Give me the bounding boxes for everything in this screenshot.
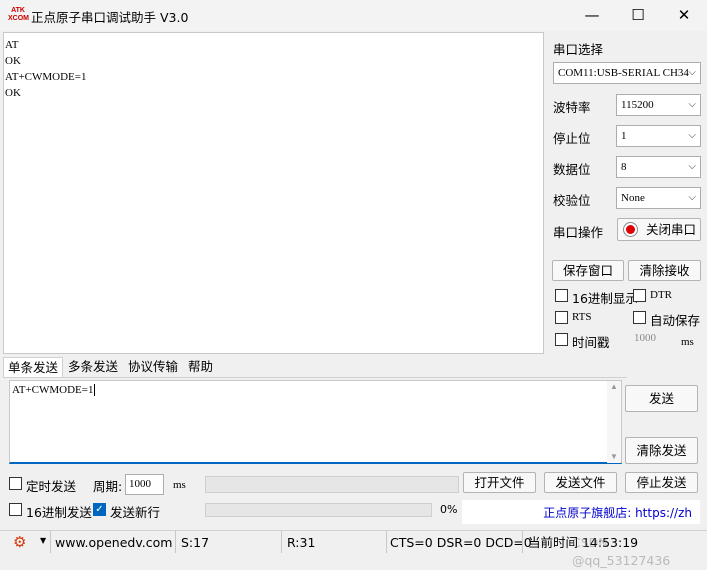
dtr-checkbox[interactable] bbox=[633, 289, 646, 302]
send-text: AT+CWMODE=1 bbox=[12, 384, 94, 396]
stop-bits-label: 停止位 bbox=[553, 131, 591, 146]
open-file-button[interactable]: 打开文件 bbox=[463, 472, 536, 493]
timestamp-interval-input[interactable]: 1000 bbox=[634, 332, 656, 344]
dtr-label: DTR bbox=[650, 289, 672, 301]
status-divider bbox=[50, 531, 51, 553]
timestamp-label: 时间戳 bbox=[572, 335, 610, 350]
parity-value: None bbox=[621, 192, 645, 204]
parity-select[interactable]: None ⌵ bbox=[616, 187, 701, 209]
send-file-button[interactable]: 发送文件 bbox=[544, 472, 617, 493]
receive-textarea[interactable]: AT OK AT+CWMODE=1 OK bbox=[3, 32, 544, 354]
timed-send-label: 定时发送 bbox=[26, 479, 77, 494]
receive-line: OK bbox=[5, 87, 21, 99]
send-textarea[interactable]: AT+CWMODE=1 ▲ ▼ bbox=[9, 380, 622, 464]
watermark: CSDN @qq_53127436 bbox=[572, 535, 671, 568]
title-bar: ATK XCOM 正点原子串口调试助手 V3.0 — ☐ ✕ bbox=[0, 0, 707, 31]
stop-bits-value: 1 bbox=[621, 130, 627, 142]
window-title: 正点原子串口调试助手 V3.0 bbox=[31, 10, 189, 25]
send-scrollbar[interactable]: ▲ ▼ bbox=[607, 381, 621, 463]
timestamp-unit: ms bbox=[681, 336, 694, 348]
rts-checkbox[interactable] bbox=[555, 311, 568, 324]
chevron-down-icon: ⌵ bbox=[688, 67, 696, 78]
status-divider bbox=[522, 531, 523, 553]
hex-display-checkbox[interactable] bbox=[555, 289, 568, 302]
rts-label: RTS bbox=[572, 311, 592, 323]
stop-send-button[interactable]: 停止发送 bbox=[625, 472, 698, 493]
close-port-button[interactable]: 关闭串口 bbox=[617, 218, 701, 241]
chevron-down-icon: ⌵ bbox=[688, 99, 696, 110]
hex-send-label: 16进制发送 bbox=[26, 505, 92, 520]
file-progress-track bbox=[205, 476, 459, 493]
receive-line: AT bbox=[5, 39, 19, 51]
forum-link-box: 正点原子旗舰店: https://zh bbox=[462, 500, 700, 524]
status-divider bbox=[386, 531, 387, 553]
data-bits-value: 8 bbox=[621, 161, 627, 173]
data-bits-select[interactable]: 8 ⌵ bbox=[616, 156, 701, 178]
chevron-down-icon[interactable]: ▼ bbox=[40, 536, 46, 545]
clear-receive-button[interactable]: 清除接收 bbox=[628, 260, 701, 281]
send-newline-label: 发送新行 bbox=[110, 505, 161, 520]
chevron-down-icon: ⌵ bbox=[688, 192, 696, 203]
period-label: 周期: bbox=[93, 479, 123, 494]
tab-multi-send[interactable]: 多条发送 bbox=[64, 357, 122, 377]
hex-send-checkbox[interactable] bbox=[9, 503, 22, 516]
send-button[interactable]: 发送 bbox=[625, 385, 698, 412]
clear-send-button[interactable]: 清除发送 bbox=[625, 437, 698, 464]
chevron-down-icon: ⌵ bbox=[688, 161, 696, 172]
minimize-button[interactable]: — bbox=[569, 0, 615, 31]
baud-label: 波特率 bbox=[553, 100, 591, 115]
maximize-button[interactable]: ☐ bbox=[615, 0, 661, 31]
website-link[interactable]: www.openedv.com bbox=[55, 534, 172, 552]
settings-gear-icon[interactable]: ⚙ bbox=[13, 533, 26, 551]
baud-select[interactable]: 115200 ⌵ bbox=[616, 94, 701, 116]
port-select-label: 串口选择 bbox=[553, 42, 604, 57]
forum-link[interactable]: 正点原子旗舰店: https://zh bbox=[543, 504, 692, 521]
period-unit: ms bbox=[173, 479, 186, 491]
receive-line: OK bbox=[5, 55, 21, 67]
data-bits-label: 数据位 bbox=[553, 162, 591, 177]
baud-value: 115200 bbox=[621, 99, 654, 111]
line-status: CTS=0 DSR=0 DCD=0 bbox=[390, 535, 532, 550]
send-newline-checkbox[interactable]: ✓ bbox=[93, 503, 106, 516]
send-progress-track bbox=[205, 503, 432, 517]
tab-divider bbox=[3, 377, 627, 378]
auto-save-checkbox[interactable] bbox=[633, 311, 646, 324]
save-window-button[interactable]: 保存窗口 bbox=[552, 260, 624, 281]
status-divider bbox=[175, 531, 176, 553]
timestamp-checkbox[interactable] bbox=[555, 333, 568, 346]
auto-save-label: 自动保存 bbox=[650, 313, 701, 328]
timed-send-checkbox[interactable] bbox=[9, 477, 22, 490]
status-divider bbox=[281, 531, 282, 553]
port-select-value: COM11:USB-SERIAL CH34 bbox=[558, 67, 689, 79]
hex-display-label: 16进制显示 bbox=[572, 291, 638, 306]
period-input[interactable]: 1000 bbox=[125, 474, 164, 495]
close-window-button[interactable]: ✕ bbox=[661, 0, 707, 31]
stop-bits-select[interactable]: 1 ⌵ bbox=[616, 125, 701, 147]
chevron-down-icon: ⌵ bbox=[688, 130, 696, 141]
parity-label: 校验位 bbox=[553, 193, 591, 208]
receive-line: AT+CWMODE=1 bbox=[5, 71, 87, 83]
received-count: R:31 bbox=[287, 535, 316, 550]
port-operation-label: 串口操作 bbox=[553, 225, 604, 240]
app-logo: ATK XCOM bbox=[8, 7, 29, 22]
send-progress-percent: 0% bbox=[440, 503, 458, 516]
tab-help[interactable]: 帮助 bbox=[184, 357, 217, 377]
port-status-icon bbox=[623, 222, 638, 237]
close-port-label: 关闭串口 bbox=[646, 222, 697, 237]
tab-protocol[interactable]: 协议传输 bbox=[124, 357, 182, 377]
port-select[interactable]: COM11:USB-SERIAL CH34 ⌵ bbox=[553, 62, 701, 84]
sent-count: S:17 bbox=[181, 535, 210, 550]
tab-single-send[interactable]: 单条发送 bbox=[3, 357, 64, 377]
